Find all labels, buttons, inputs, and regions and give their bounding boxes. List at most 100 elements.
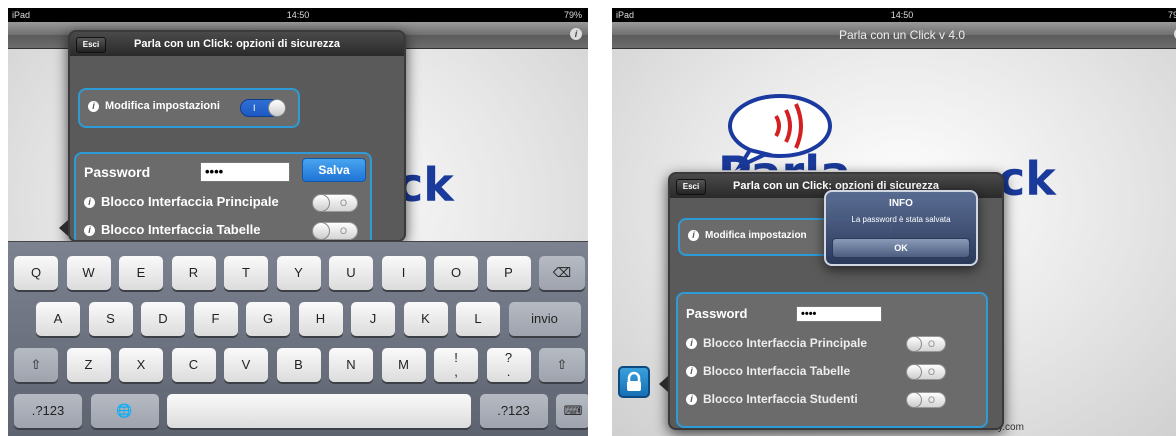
numbers-key[interactable]: .?123: [14, 394, 82, 428]
info-bullet-icon: i: [686, 394, 697, 406]
padlock-icon: [627, 371, 641, 391]
modify-settings-label: Modifica impostazion: [705, 230, 807, 242]
key-j[interactable]: J: [351, 302, 395, 336]
info-alert: INFO La password è stata salvata OK: [824, 190, 978, 266]
lock-main-label: Blocco Interfaccia Principale: [101, 194, 279, 209]
key-k[interactable]: K: [403, 302, 448, 336]
clock: 14:50: [286, 10, 310, 20]
toggle-knob: [906, 392, 922, 408]
lock-main-toggle[interactable]: O: [312, 194, 358, 212]
onscreen-keyboard: Q W E R T Y U I O P ⌫ A S D F G H J K Linvio ⇧ Z X C V B N M! ,? . ⇧…: [8, 241, 588, 436]
toggle-knob: [312, 222, 330, 240]
key-h[interactable]: H: [298, 302, 343, 336]
modify-settings-row: i Modifica impostazion: [688, 230, 807, 241]
key-s[interactable]: S: [88, 302, 133, 336]
toggle-knob: [312, 194, 330, 212]
right-screenshot: iPad 14:50 79% Parla con un Click v 4.0 …: [612, 8, 1176, 436]
lock-button[interactable]: [618, 366, 650, 398]
info-bullet-icon: i: [84, 197, 95, 209]
key-i[interactable]: I: [381, 256, 426, 290]
space-key[interactable]: [167, 394, 471, 428]
alert-ok-button[interactable]: OK: [832, 238, 970, 258]
key-a[interactable]: A: [36, 302, 80, 336]
return-key[interactable]: invio: [508, 302, 581, 336]
lock-students-row: i Blocco Interfaccia Studenti: [686, 392, 858, 406]
key-?[interactable]: ? .: [486, 348, 531, 382]
toggle-knob: [906, 336, 922, 352]
key-q[interactable]: Q: [14, 256, 58, 290]
lock-main-row: i Blocco Interfaccia Principale: [84, 194, 279, 209]
battery-label: 79%: [563, 10, 582, 20]
info-bullet-icon: i: [686, 338, 697, 350]
shift-key[interactable]: ⇧: [14, 348, 58, 382]
key-y[interactable]: Y: [276, 256, 321, 290]
key-b[interactable]: B: [276, 348, 321, 382]
lock-tables-row: i Blocco Interfaccia Tabelle: [686, 364, 850, 378]
toggle-on-mark: I: [253, 103, 256, 113]
key-o[interactable]: O: [434, 256, 478, 290]
status-bar: iPad 14:50 79%: [612, 8, 1176, 22]
key-c[interactable]: C: [171, 348, 216, 382]
battery-label: 79%: [1167, 10, 1176, 20]
password-field[interactable]: ••••: [796, 306, 882, 322]
nav-bar: Parla con un Click v 4.0 i: [612, 22, 1176, 49]
key-z[interactable]: Z: [66, 348, 111, 382]
numbers-key[interactable]: .?123: [479, 394, 548, 428]
key-t[interactable]: T: [224, 256, 268, 290]
lock-tables-toggle[interactable]: O: [312, 222, 358, 240]
key-d[interactable]: D: [141, 302, 185, 336]
lock-main-toggle[interactable]: O: [906, 336, 946, 352]
modify-settings-row: i Modifica impostazioni: [88, 100, 220, 112]
toggle-knob: [906, 364, 922, 380]
popover-arrow: [659, 376, 668, 392]
info-bullet-icon: i: [88, 100, 99, 112]
key-f[interactable]: F: [193, 302, 238, 336]
key-g[interactable]: G: [246, 302, 290, 336]
key-n[interactable]: N: [329, 348, 373, 382]
modify-settings-toggle[interactable]: I: [240, 99, 286, 117]
backspace-key[interactable]: ⌫: [539, 256, 585, 290]
toggle-off-mark: O: [339, 198, 347, 208]
info-bullet-icon: i: [686, 366, 697, 378]
exit-button[interactable]: Esci: [76, 37, 106, 53]
password-label: Password: [84, 164, 151, 180]
key-![interactable]: ! ,: [434, 348, 478, 382]
lock-main-row: i Blocco Interfaccia Principale: [686, 336, 867, 350]
password-group: Password •••• Salva i Blocco Interfaccia …: [74, 152, 372, 240]
password-field[interactable]: ••••: [200, 162, 290, 182]
key-u[interactable]: U: [329, 256, 373, 290]
password-label: Password: [686, 306, 748, 321]
lock-tables-label: Blocco Interfaccia Tabelle: [101, 222, 261, 237]
key-l[interactable]: L: [456, 302, 500, 336]
popover-arrow: [59, 220, 68, 236]
toggle-off-mark: O: [927, 339, 935, 349]
key-x[interactable]: X: [119, 348, 163, 382]
key-m[interactable]: M: [381, 348, 426, 382]
toggle-knob: [268, 99, 286, 117]
lock-students-toggle[interactable]: O: [906, 392, 946, 408]
lock-tables-toggle[interactable]: O: [906, 364, 946, 380]
key-e[interactable]: E: [119, 256, 163, 290]
info-icon[interactable]: i: [570, 28, 582, 40]
nav-title: Parla con un Click v 4.0: [838, 28, 966, 42]
globe-key[interactable]: 🌐: [90, 394, 159, 428]
hide-keyboard-key[interactable]: ⌨: [556, 394, 588, 428]
info-bullet-icon: i: [688, 230, 699, 241]
key-v[interactable]: V: [224, 348, 268, 382]
password-group: Password •••• i Blocco Interfaccia Princi…: [676, 292, 988, 428]
key-r[interactable]: R: [171, 256, 216, 290]
key-p[interactable]: P: [486, 256, 531, 290]
shift-key[interactable]: ⇧: [539, 348, 585, 382]
security-options-popover: Esci Parla con un Click: opzioni di sicu…: [68, 30, 406, 242]
status-bar: iPad 14:50 79%: [8, 8, 588, 22]
alert-title: INFO: [889, 198, 913, 209]
key-w[interactable]: W: [66, 256, 111, 290]
exit-button[interactable]: Esci: [676, 179, 706, 195]
toggle-off-mark: O: [339, 226, 347, 236]
popover-body: i Modifica impostazioni I Password •••• S…: [70, 56, 404, 240]
toggle-off-mark: O: [927, 367, 935, 377]
lock-main-label: Blocco Interfaccia Principale: [703, 336, 868, 350]
lock-tables-label: Blocco Interfaccia Tabelle: [703, 364, 851, 378]
save-button[interactable]: Salva: [302, 158, 366, 182]
modify-settings-group: i Modifica impostazioni I: [78, 88, 300, 128]
